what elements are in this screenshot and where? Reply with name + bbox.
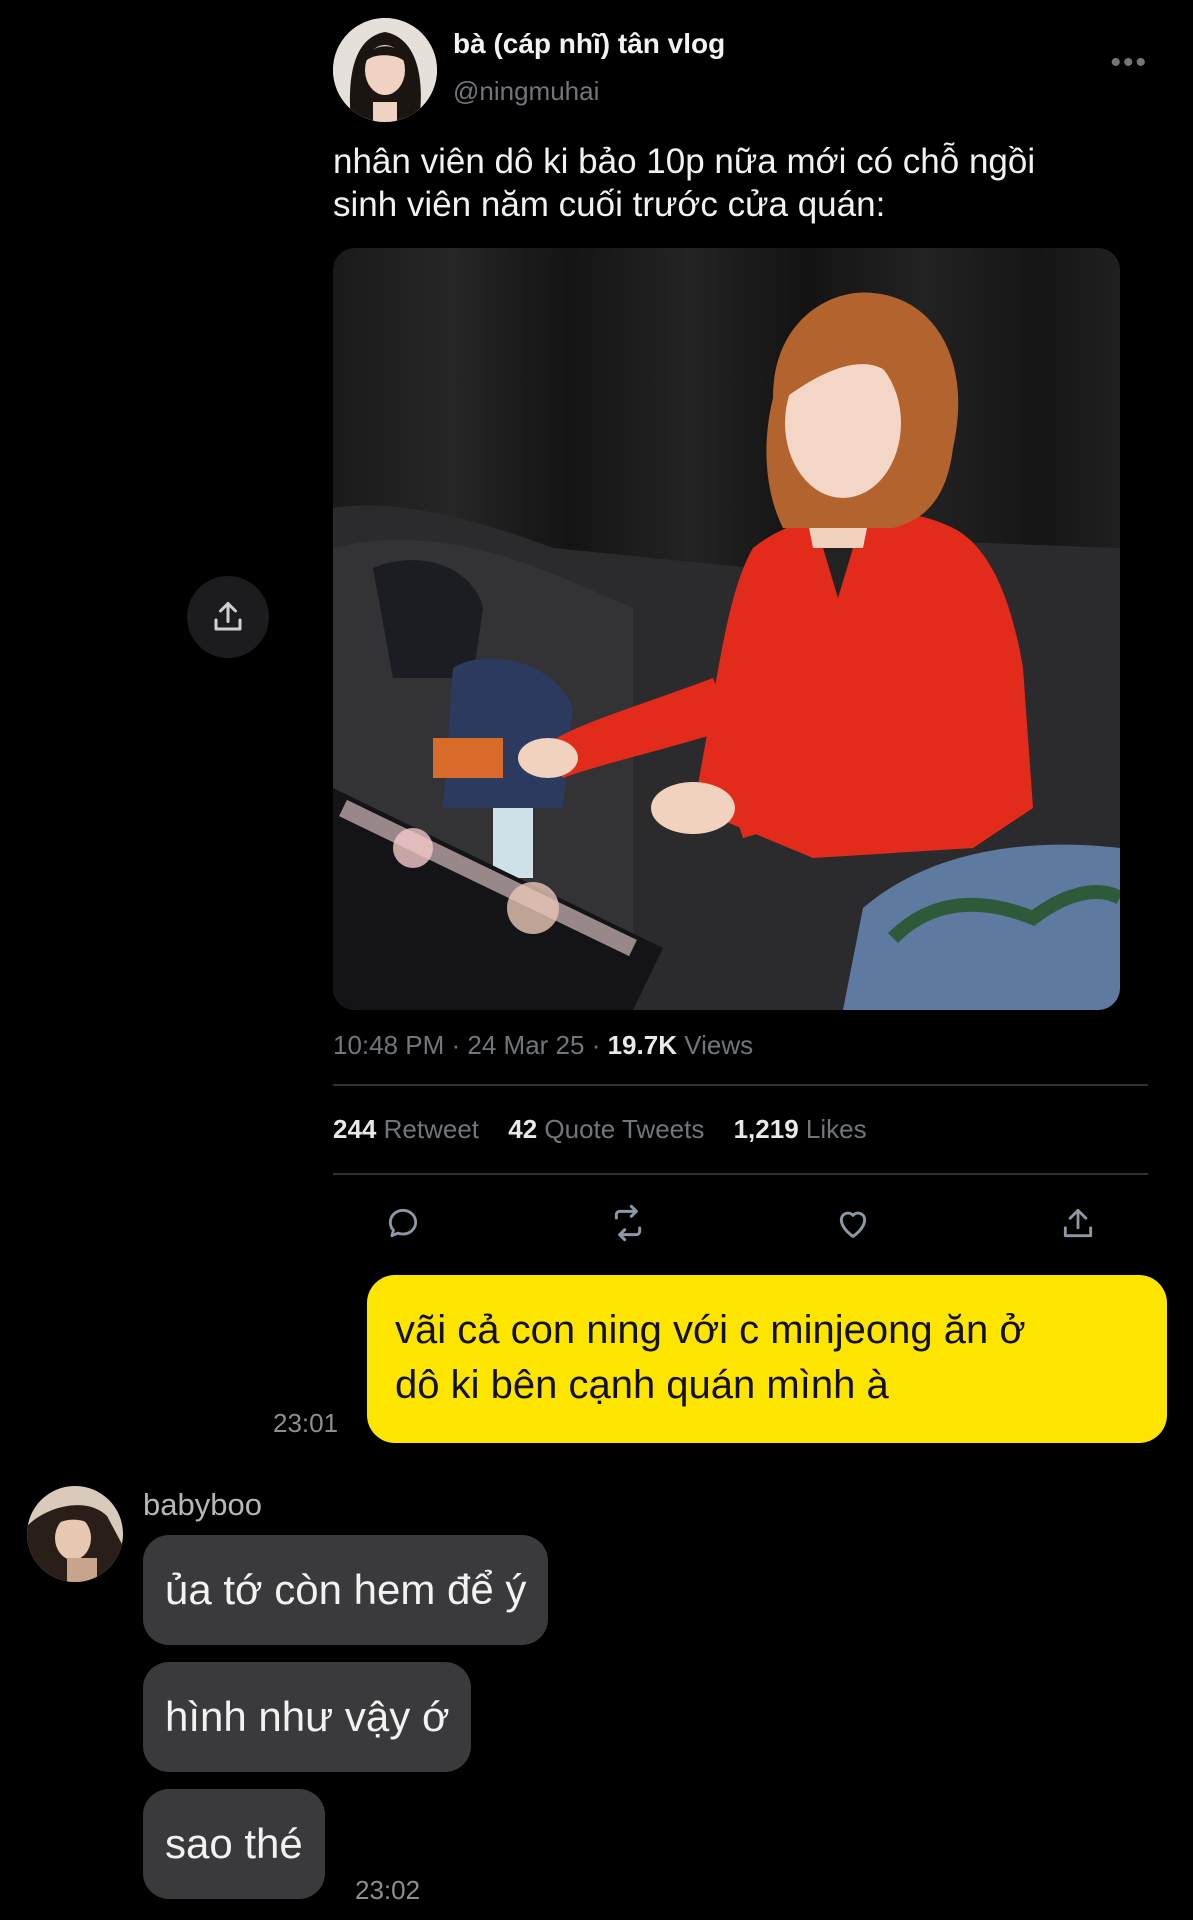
tweet-views-label: Views bbox=[684, 1030, 754, 1060]
sender-avatar[interactable] bbox=[27, 1486, 123, 1582]
share-icon bbox=[1063, 1208, 1093, 1238]
floating-share-button[interactable] bbox=[187, 576, 269, 658]
retweets-label: Retweet bbox=[383, 1114, 480, 1144]
quotes-label: Quote Tweets bbox=[544, 1114, 705, 1144]
likes-label: Likes bbox=[805, 1114, 867, 1144]
outgoing-message-bubble[interactable]: vãi cả con ning với c minjeong ăn ở dô k… bbox=[367, 1275, 1167, 1443]
share-button[interactable] bbox=[1053, 1198, 1103, 1248]
quotes-count: 42 bbox=[508, 1114, 538, 1144]
retweet-icon bbox=[614, 1204, 642, 1242]
retweets-count: 244 bbox=[333, 1114, 377, 1144]
like-button[interactable] bbox=[828, 1198, 878, 1248]
tweet-handle[interactable]: @ningmuhai bbox=[453, 76, 599, 107]
incoming-message-bubble[interactable]: ủa tớ còn hem để ý bbox=[143, 1535, 549, 1645]
quotes-stat[interactable]: 42 Quote Tweets bbox=[508, 1114, 711, 1144]
tweet-actions bbox=[333, 1198, 1148, 1248]
outgoing-message-line: dô ki bên cạnh quán mình à bbox=[395, 1363, 889, 1407]
reply-button[interactable] bbox=[378, 1198, 428, 1248]
reply-icon bbox=[388, 1208, 418, 1238]
likes-stat[interactable]: 1,219 Likes bbox=[734, 1114, 867, 1144]
like-icon bbox=[839, 1211, 867, 1238]
tweet-date: 24 Mar 25 bbox=[467, 1030, 585, 1060]
tweet-author-avatar[interactable] bbox=[333, 18, 437, 122]
incoming-message-time: 23:02 bbox=[355, 1875, 421, 1905]
tweet-text: nhân viên dô ki bảo 10p nữa mới có chỗ n… bbox=[333, 140, 1133, 226]
tweet-views-count: 19.7K bbox=[607, 1030, 677, 1060]
tweet-photo[interactable] bbox=[333, 248, 1120, 1010]
incoming-message-bubble[interactable]: hình như vậy ớ bbox=[143, 1662, 472, 1772]
tweet-stats: 244 Retweet 42 Quote Tweets 1,219 Likes bbox=[333, 1114, 889, 1145]
share-icon bbox=[214, 602, 242, 631]
retweets-stat[interactable]: 244 Retweet bbox=[333, 1114, 486, 1144]
tweet-text-line: sinh viên năm cuối trước cửa quán: bbox=[333, 185, 886, 224]
outgoing-message-time: 23:01 bbox=[273, 1408, 339, 1438]
incoming-message-bubble[interactable]: sao thé bbox=[143, 1789, 325, 1899]
likes-count: 1,219 bbox=[733, 1114, 799, 1144]
tweet-text-line: nhân viên dô ki bảo 10p nữa mới có chỗ n… bbox=[333, 142, 1036, 181]
retweet-button[interactable] bbox=[603, 1198, 653, 1248]
sender-name: babyboo bbox=[143, 1487, 262, 1522]
tweet-display-name[interactable]: bà (cáp nhĩ) tân vlog bbox=[453, 28, 725, 60]
divider bbox=[333, 1173, 1148, 1175]
more-icon[interactable]: ••• bbox=[1110, 46, 1148, 80]
divider bbox=[333, 1084, 1148, 1086]
outgoing-message-line: vãi cả con ning với c minjeong ăn ở bbox=[395, 1308, 1026, 1352]
tweet-meta: 10:48 PM · 24 Mar 25 · 19.7K Views bbox=[333, 1030, 754, 1060]
tweet-time: 10:48 PM bbox=[333, 1030, 445, 1060]
